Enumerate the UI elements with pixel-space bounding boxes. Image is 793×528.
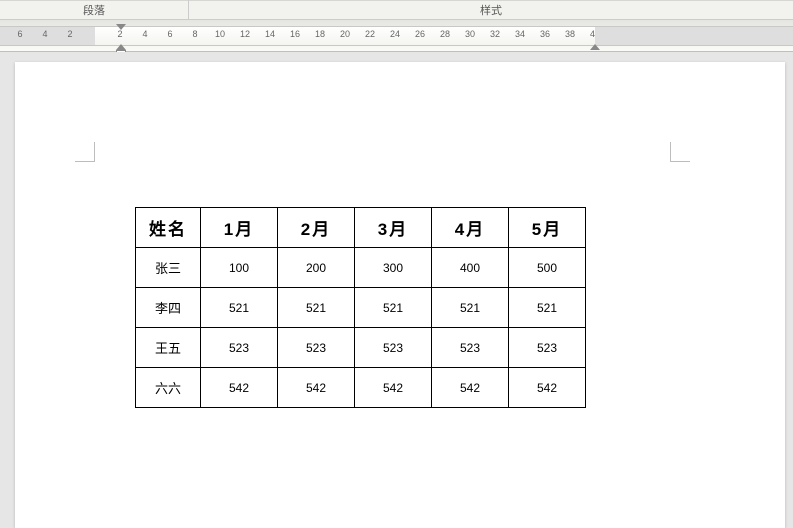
table-cell-value[interactable]: 542 bbox=[201, 368, 278, 408]
table-cell-value[interactable]: 400 bbox=[432, 248, 509, 288]
ruler-tick: 8 bbox=[192, 29, 197, 39]
table-cell-value[interactable]: 542 bbox=[509, 368, 586, 408]
page[interactable]: 姓名1月2月3月4月5月 张三100200300400500李四52152152… bbox=[15, 62, 785, 528]
table-cell-value[interactable]: 523 bbox=[355, 328, 432, 368]
table-cell-value[interactable]: 542 bbox=[355, 368, 432, 408]
table-row[interactable]: 王五523523523523523 bbox=[136, 328, 586, 368]
ruler-tick: 26 bbox=[415, 29, 425, 39]
table-cell-name[interactable]: 六六 bbox=[136, 368, 201, 408]
ruler-tick: 4 bbox=[42, 29, 47, 39]
first-line-indent-marker[interactable] bbox=[116, 24, 126, 30]
ribbon-group-styles[interactable]: 样式 bbox=[189, 0, 793, 19]
ribbon-group-styles-label: 样式 bbox=[480, 2, 502, 18]
table-cell-value[interactable]: 523 bbox=[509, 328, 586, 368]
ruler-tick: 32 bbox=[490, 29, 500, 39]
table-cell-value[interactable]: 100 bbox=[201, 248, 278, 288]
horizontal-ruler[interactable]: 8642246810121416182022242628303234363840… bbox=[0, 20, 793, 52]
margin-bracket-top-left bbox=[75, 142, 95, 162]
table-row[interactable]: 六六542542542542542 bbox=[136, 368, 586, 408]
ribbon-group-paragraph-label: 段落 bbox=[83, 2, 105, 18]
margin-bracket-top-right bbox=[670, 142, 690, 162]
ruler-tick: 6 bbox=[17, 29, 22, 39]
ribbon-label-row: 段落 样式 bbox=[0, 0, 793, 20]
ruler-tick: 10 bbox=[215, 29, 225, 39]
ruler-tick: 16 bbox=[290, 29, 300, 39]
ruler-tick: 12 bbox=[240, 29, 250, 39]
table-row[interactable]: 张三100200300400500 bbox=[136, 248, 586, 288]
table-cell-value[interactable]: 542 bbox=[432, 368, 509, 408]
table-cell-value[interactable]: 523 bbox=[432, 328, 509, 368]
ruler-tick: 6 bbox=[167, 29, 172, 39]
table-cell-name[interactable]: 李四 bbox=[136, 288, 201, 328]
table-cell-value[interactable]: 521 bbox=[355, 288, 432, 328]
table-cell-name[interactable]: 张三 bbox=[136, 248, 201, 288]
ruler-tick: 4 bbox=[142, 29, 147, 39]
table-cell-value[interactable]: 521 bbox=[509, 288, 586, 328]
table-cell-value[interactable]: 523 bbox=[278, 328, 355, 368]
ruler-tick: 2 bbox=[117, 29, 122, 39]
table-header-month[interactable]: 5月 bbox=[509, 208, 586, 248]
table-cell-value[interactable]: 500 bbox=[509, 248, 586, 288]
ruler-tick: 2 bbox=[67, 29, 72, 39]
table-cell-name[interactable]: 王五 bbox=[136, 328, 201, 368]
table-header-month[interactable]: 2月 bbox=[278, 208, 355, 248]
ruler-tick: 24 bbox=[390, 29, 400, 39]
table-header-month[interactable]: 4月 bbox=[432, 208, 509, 248]
table-cell-value[interactable]: 521 bbox=[201, 288, 278, 328]
table-cell-value[interactable]: 300 bbox=[355, 248, 432, 288]
table-cell-value[interactable]: 521 bbox=[278, 288, 355, 328]
table-header-name[interactable]: 姓名 bbox=[136, 208, 201, 248]
table-cell-value[interactable]: 523 bbox=[201, 328, 278, 368]
table-header-month[interactable]: 3月 bbox=[355, 208, 432, 248]
table-cell-value[interactable]: 200 bbox=[278, 248, 355, 288]
table-cell-value[interactable]: 542 bbox=[278, 368, 355, 408]
table-row[interactable]: 李四521521521521521 bbox=[136, 288, 586, 328]
ruler-tick: 28 bbox=[440, 29, 450, 39]
ruler-tick: 14 bbox=[265, 29, 275, 39]
right-indent-marker[interactable] bbox=[590, 44, 600, 50]
ruler-tick: 18 bbox=[315, 29, 325, 39]
document-table[interactable]: 姓名1月2月3月4月5月 张三100200300400500李四52152152… bbox=[135, 207, 586, 408]
ruler-tick: 36 bbox=[540, 29, 550, 39]
ruler-tick: 38 bbox=[565, 29, 575, 39]
table-header-month[interactable]: 1月 bbox=[201, 208, 278, 248]
table-cell-value[interactable]: 521 bbox=[432, 288, 509, 328]
ruler-tick: 22 bbox=[365, 29, 375, 39]
ruler-tick: 20 bbox=[340, 29, 350, 39]
ruler-tick: 34 bbox=[515, 29, 525, 39]
ruler-tick: 30 bbox=[465, 29, 475, 39]
document-workspace: 姓名1月2月3月4月5月 张三100200300400500李四52152152… bbox=[0, 52, 793, 528]
